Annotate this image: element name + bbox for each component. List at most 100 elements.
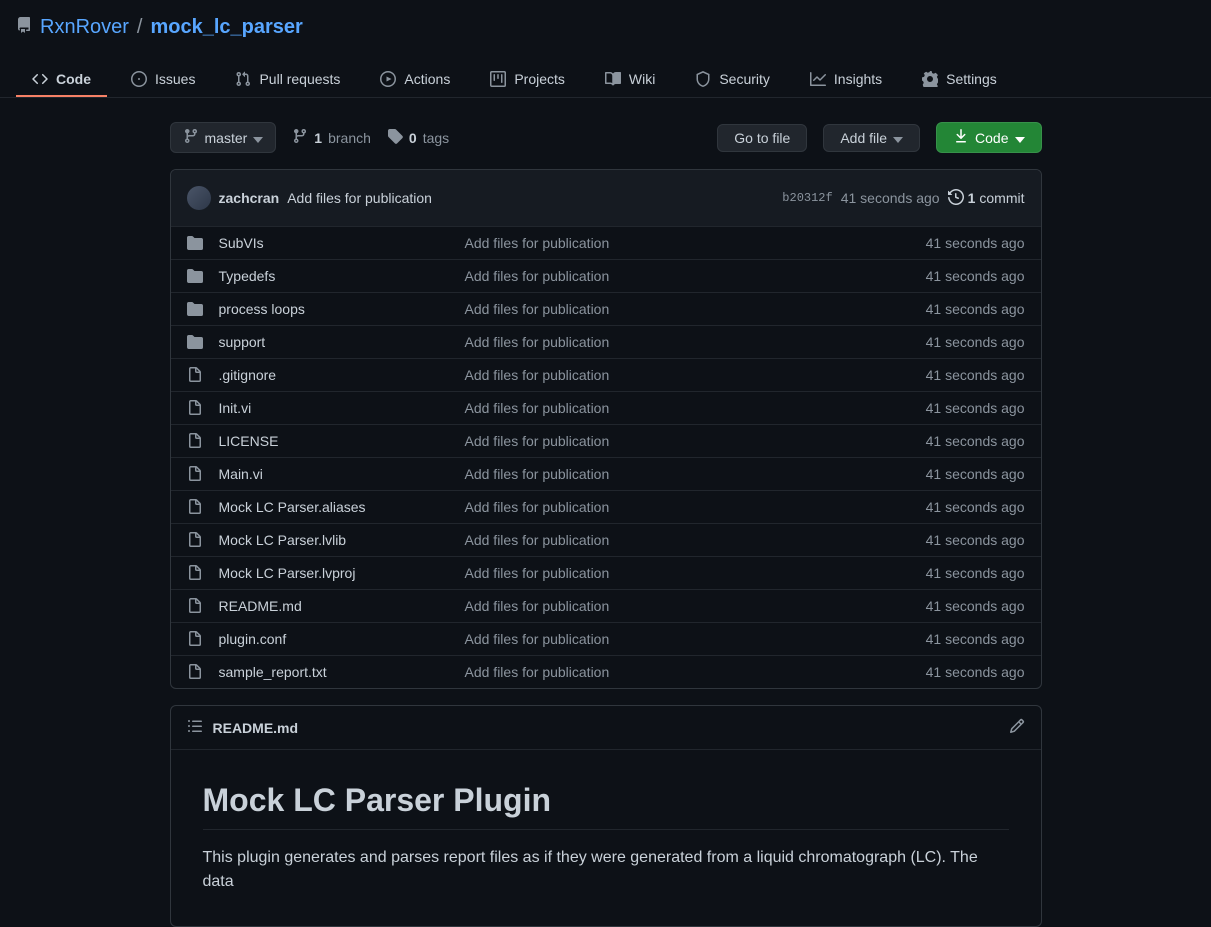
code-button[interactable]: Code: [936, 122, 1041, 153]
tab-settings-label: Settings: [946, 71, 997, 87]
tags-link[interactable]: 0 tags: [387, 128, 449, 147]
tab-pulls[interactable]: Pull requests: [219, 63, 356, 97]
file-row: process loops Add files for publication 41…: [171, 293, 1041, 326]
add-file-button[interactable]: Add file: [823, 124, 920, 152]
branches-link[interactable]: 1 branch: [292, 128, 371, 147]
repo-title: RxnRover / mock_lc_parser: [16, 16, 1195, 39]
file-time: 41 seconds ago: [926, 334, 1025, 350]
add-file-label: Add file: [840, 130, 887, 146]
file-commit-msg-link[interactable]: Add files for publication: [465, 268, 610, 284]
file-name-link[interactable]: support: [219, 334, 266, 350]
file-time: 41 seconds ago: [926, 268, 1025, 284]
tab-insights[interactable]: Insights: [794, 63, 898, 97]
file-commit-msg-link[interactable]: Add files for publication: [465, 433, 610, 449]
repo-name-link[interactable]: mock_lc_parser: [150, 16, 302, 39]
file-name-link[interactable]: README.md: [219, 598, 302, 614]
file-time: 41 seconds ago: [926, 466, 1025, 482]
file-name-link[interactable]: Mock LC Parser.lvlib: [219, 532, 347, 548]
file-name-link[interactable]: Mock LC Parser.aliases: [219, 499, 366, 515]
tab-security[interactable]: Security: [679, 63, 786, 97]
file-commit-msg-link[interactable]: Add files for publication: [465, 400, 610, 416]
file-commit-msg-link[interactable]: Add files for publication: [465, 466, 610, 482]
file-name-link[interactable]: process loops: [219, 301, 305, 317]
file-name-link[interactable]: SubVIs: [219, 235, 264, 251]
file-time: 41 seconds ago: [926, 499, 1025, 515]
repo-owner-link[interactable]: RxnRover: [40, 16, 129, 39]
file-commit-msg-link[interactable]: Add files for publication: [465, 499, 610, 515]
tab-issues[interactable]: Issues: [115, 63, 211, 97]
file-commit-msg-link[interactable]: Add files for publication: [465, 334, 610, 350]
tab-settings[interactable]: Settings: [906, 63, 1013, 97]
file-row: plugin.conf Add files for publication 41 s…: [171, 623, 1041, 656]
file-name-link[interactable]: .gitignore: [219, 367, 277, 383]
file-row: Init.vi Add files for publication 41 secon…: [171, 392, 1041, 425]
avatar[interactable]: [187, 186, 211, 210]
tab-code[interactable]: Code: [16, 63, 107, 97]
file-commit-msg-link[interactable]: Add files for publication: [465, 598, 610, 614]
commit-message-link[interactable]: Add files for publication: [287, 190, 432, 206]
file-time: 41 seconds ago: [926, 433, 1025, 449]
file-icon: [187, 565, 203, 581]
tag-count: 0: [409, 130, 417, 146]
file-icon: [187, 532, 203, 548]
file-commit-msg-link[interactable]: Add files for publication: [465, 367, 610, 383]
file-time: 41 seconds ago: [926, 565, 1025, 581]
tab-actions[interactable]: Actions: [364, 63, 466, 97]
commits-count-label: commit: [979, 190, 1024, 206]
tab-actions-label: Actions: [404, 71, 450, 87]
file-commit-msg-link[interactable]: Add files for publication: [465, 235, 610, 251]
file-time: 41 seconds ago: [926, 664, 1025, 680]
commit-hash[interactable]: b20312f: [782, 191, 832, 205]
branch-count-label: branch: [328, 130, 371, 146]
file-commit-msg-link[interactable]: Add files for publication: [465, 631, 610, 647]
file-name-link[interactable]: plugin.conf: [219, 631, 287, 647]
branch-current-label: master: [205, 130, 248, 146]
file-time: 41 seconds ago: [926, 301, 1025, 317]
commits-count: 1: [968, 190, 976, 206]
branch-select-button[interactable]: master: [170, 122, 277, 153]
file-name-link[interactable]: Init.vi: [219, 400, 252, 416]
file-row: Mock LC Parser.aliases Add files for publ…: [171, 491, 1041, 524]
file-tree-box: zachcran Add files for publication b2031…: [170, 169, 1042, 689]
file-row: LICENSE Add files for publication 41 secon…: [171, 425, 1041, 458]
tab-projects[interactable]: Projects: [474, 63, 581, 97]
branch-count: 1: [314, 130, 322, 146]
file-commit-msg-link[interactable]: Add files for publication: [465, 565, 610, 581]
commit-author-link[interactable]: zachcran: [219, 190, 280, 206]
file-row: Mock LC Parser.lvlib Add files for public…: [171, 524, 1041, 557]
commits-link[interactable]: 1 commit: [948, 189, 1025, 208]
file-name-link[interactable]: LICENSE: [219, 433, 279, 449]
readme-header: README.md: [171, 706, 1041, 750]
repo-icon: [16, 16, 32, 39]
tab-security-label: Security: [719, 71, 770, 87]
tab-wiki-label: Wiki: [629, 71, 655, 87]
file-name-link[interactable]: Typedefs: [219, 268, 276, 284]
go-to-file-button[interactable]: Go to file: [717, 124, 807, 152]
caret-down-icon: [893, 130, 903, 146]
file-commit-msg-link[interactable]: Add files for publication: [465, 301, 610, 317]
file-icon: [187, 367, 203, 383]
branch-icon: [292, 128, 308, 147]
history-icon: [948, 189, 964, 208]
file-name-link[interactable]: sample_report.txt: [219, 664, 327, 680]
file-commit-msg-link[interactable]: Add files for publication: [465, 532, 610, 548]
list-icon[interactable]: [187, 718, 203, 737]
file-time: 41 seconds ago: [926, 532, 1025, 548]
file-icon: [187, 631, 203, 647]
readme-body: Mock LC Parser Plugin This plugin genera…: [171, 750, 1041, 926]
tab-pulls-label: Pull requests: [259, 71, 340, 87]
pencil-icon[interactable]: [1009, 718, 1025, 737]
file-time: 41 seconds ago: [926, 631, 1025, 647]
file-time: 41 seconds ago: [926, 400, 1025, 416]
repo-nav: Code Issues Pull requests Actions Projec…: [0, 63, 1211, 98]
readme-filename[interactable]: README.md: [213, 720, 999, 736]
tab-issues-label: Issues: [155, 71, 195, 87]
file-name-link[interactable]: Main.vi: [219, 466, 263, 482]
file-name-link[interactable]: Mock LC Parser.lvproj: [219, 565, 356, 581]
commit-time: 41 seconds ago: [841, 190, 940, 206]
folder-icon: [187, 334, 203, 350]
file-commit-msg-link[interactable]: Add files for publication: [465, 664, 610, 680]
tab-wiki[interactable]: Wiki: [589, 63, 671, 97]
file-row: .gitignoreAdd files for publication41 se…: [171, 359, 1041, 392]
main-container: master 1 branch 0 tags Go to file Add fi…: [154, 122, 1058, 927]
